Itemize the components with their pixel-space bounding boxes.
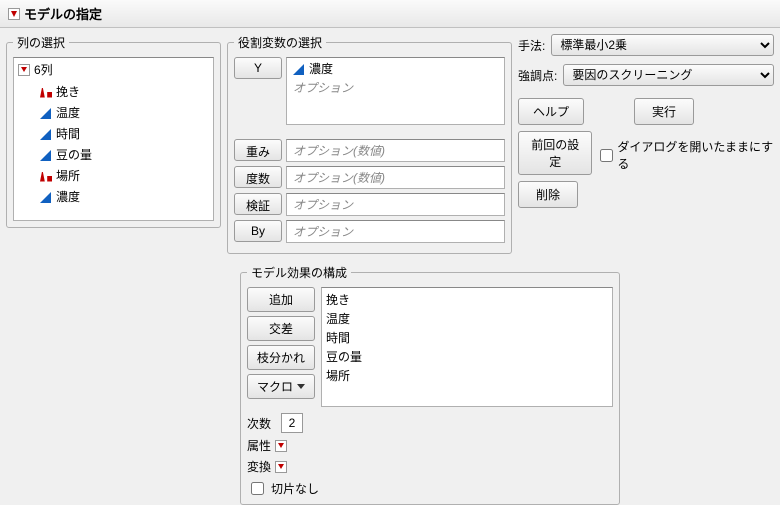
delete-button[interactable]: 削除: [518, 181, 578, 208]
freq-button[interactable]: 度数: [234, 166, 282, 188]
columns-fieldset: 列の選択 6列 挽き 温度 時間 豆の量 場所 濃度: [6, 34, 221, 228]
effects-area: モデル効果の構成 追加 交差 枝分かれ マクロ 挽き 温度 時間 豆の量 場所 …: [240, 264, 774, 505]
effects-list[interactable]: 挽き 温度 時間 豆の量 場所: [321, 287, 613, 407]
emphasis-select[interactable]: 要因のスクリーニング: [563, 64, 774, 86]
nest-button[interactable]: 枝分かれ: [247, 345, 315, 370]
y-placeholder: オプション: [293, 79, 498, 96]
by-button[interactable]: By: [234, 220, 282, 242]
freq-field[interactable]: オプション(数値): [286, 166, 505, 189]
effect-item[interactable]: 時間: [326, 328, 608, 347]
method-select[interactable]: 標準最小2乗: [551, 34, 774, 56]
nominal-icon: [40, 86, 52, 98]
continuous-icon: [40, 107, 52, 119]
help-button[interactable]: ヘルプ: [518, 98, 584, 125]
add-button[interactable]: 追加: [247, 287, 315, 312]
right-column: 手法: 標準最小2乗 強調点: 要因のスクリーニング ヘルプ 実行 前回の設定 …: [518, 34, 774, 208]
column-item[interactable]: 濃度: [14, 186, 213, 207]
cross-button[interactable]: 交差: [247, 316, 315, 341]
trans-label: 変換: [247, 458, 271, 475]
column-item[interactable]: 温度: [14, 102, 213, 123]
roles-fieldset: 役割変数の選択 Y 濃度 オプション 重み オプション(数値) 度数 オプション…: [227, 34, 512, 254]
roles-legend: 役割変数の選択: [234, 34, 326, 51]
continuous-icon: [40, 128, 52, 140]
column-item[interactable]: 時間: [14, 123, 213, 144]
effect-item[interactable]: 場所: [326, 366, 608, 385]
columns-root[interactable]: 6列: [14, 58, 213, 81]
page-title: モデルの指定: [24, 4, 102, 23]
column-item[interactable]: 豆の量: [14, 144, 213, 165]
nominal-icon: [40, 170, 52, 182]
emphasis-label: 強調点:: [518, 67, 557, 84]
y-value-text: 濃度: [309, 60, 333, 77]
disclosure-icon[interactable]: [8, 8, 20, 20]
recall-button[interactable]: 前回の設定: [518, 131, 592, 175]
disclosure-icon[interactable]: [18, 64, 30, 76]
main-area: 列の選択 6列 挽き 温度 時間 豆の量 場所 濃度 役割変数の選択 Y 濃度 …: [0, 28, 780, 260]
columns-list[interactable]: 6列 挽き 温度 時間 豆の量 場所 濃度: [13, 57, 214, 221]
attr-label: 属性: [247, 437, 271, 454]
trans-dropdown-icon[interactable]: [275, 461, 287, 473]
columns-root-label: 6列: [34, 61, 53, 78]
no-intercept-checkbox[interactable]: 切片なし: [247, 479, 613, 498]
no-intercept-input[interactable]: [251, 482, 264, 495]
run-button[interactable]: 実行: [634, 98, 694, 125]
valid-button[interactable]: 検証: [234, 193, 282, 215]
keep-open-checkbox[interactable]: ダイアログを開いたままにする: [600, 138, 774, 172]
effects-legend: モデル効果の構成: [247, 264, 351, 281]
attr-dropdown-icon[interactable]: [275, 440, 287, 452]
dropdown-icon: [297, 384, 305, 389]
column-item[interactable]: 場所: [14, 165, 213, 186]
y-field[interactable]: 濃度 オプション: [286, 57, 505, 125]
columns-legend: 列の選択: [13, 34, 69, 51]
weight-field[interactable]: オプション(数値): [286, 139, 505, 162]
macro-button[interactable]: マクロ: [247, 374, 315, 399]
effect-item[interactable]: 温度: [326, 309, 608, 328]
degree-label: 次数: [247, 415, 271, 432]
effect-item[interactable]: 挽き: [326, 290, 608, 309]
degree-input[interactable]: [281, 413, 303, 433]
effects-fieldset: モデル効果の構成 追加 交差 枝分かれ マクロ 挽き 温度 時間 豆の量 場所 …: [240, 264, 620, 505]
weight-button[interactable]: 重み: [234, 139, 282, 161]
method-label: 手法:: [518, 37, 545, 54]
continuous-icon: [40, 191, 52, 203]
continuous-icon: [293, 63, 305, 75]
effect-item[interactable]: 豆の量: [326, 347, 608, 366]
column-item[interactable]: 挽き: [14, 81, 213, 102]
title-bar: モデルの指定: [0, 0, 780, 28]
keep-open-input[interactable]: [600, 149, 613, 162]
valid-field[interactable]: オプション: [286, 193, 505, 216]
continuous-icon: [40, 149, 52, 161]
y-button[interactable]: Y: [234, 57, 282, 79]
by-field[interactable]: オプション: [286, 220, 505, 243]
